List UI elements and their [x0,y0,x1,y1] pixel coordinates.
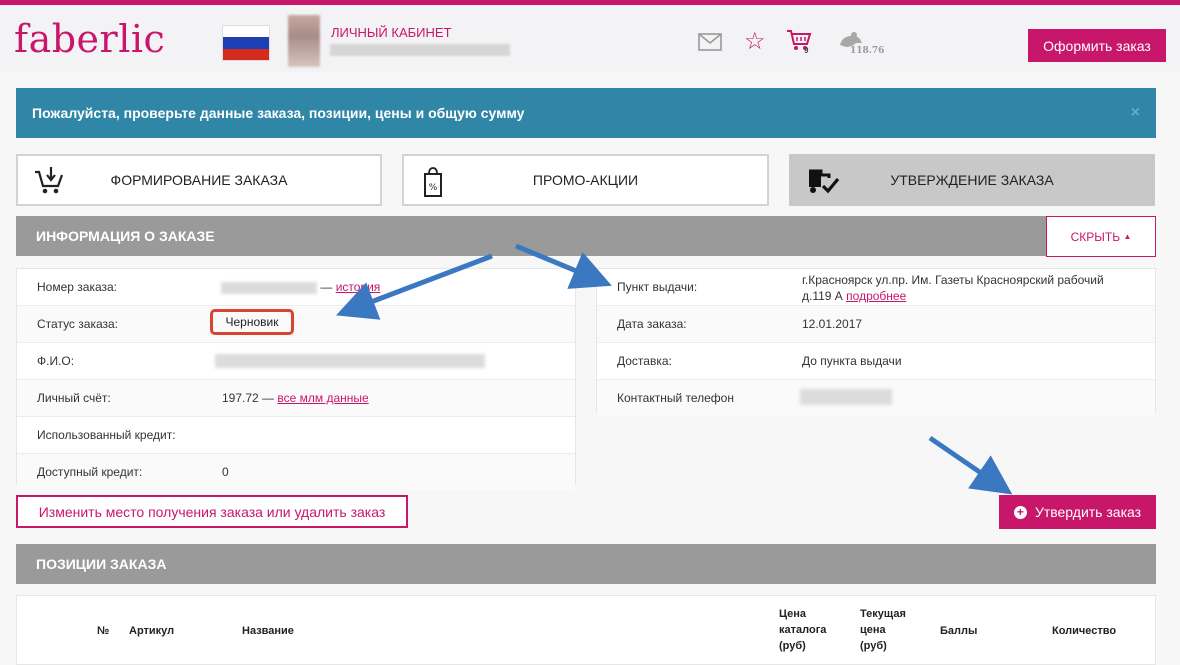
col-points: Баллы [940,625,978,637]
step-order-confirm[interactable]: УТВЕРЖДЕНИЕ ЗАКАЗА [789,154,1155,206]
order-number-label: Номер заказа: [37,280,118,294]
order-info-title: ИНФОРМАЦИЯ О ЗАКАЗЕ [36,228,215,244]
order-number-sep: — [320,280,333,294]
fio-value-redacted [215,353,485,368]
order-info-header: ИНФОРМАЦИЯ О ЗАКАЗЕ [16,216,1156,256]
status-value: Черновик [225,315,279,329]
col-catalog-price: Цена каталога (руб) [779,608,827,652]
order-info-left: Номер заказа: — история Статус заказа: Ч… [16,268,576,490]
step-label: УТВЕРЖДЕНИЕ ЗАКАЗА [890,172,1054,188]
delivery-label: Доставка: [617,354,672,368]
row-account: Личный счёт: 197.72 — все млм данные [17,380,575,417]
pickup-address-line1: г.Красноярск ул.пр. Им. Газеты Красноярс… [802,273,1104,287]
check-order-alert: Пожалуйста, проверьте данные заказа, поз… [16,88,1156,138]
row-order-number: Номер заказа: — история [17,269,575,306]
fio-label: Ф.И.О: [37,354,75,368]
mail-icon[interactable] [698,33,722,51]
row-fio: Ф.И.О: [17,343,575,380]
phone-value-redacted [800,389,892,405]
arrow-to-confirm [928,435,1013,495]
svg-text:%: % [429,183,438,193]
confirm-order-button[interactable]: + Утвердить заказ [999,495,1156,529]
truck-check-icon [809,169,840,194]
date-value: 12.01.2017 [802,317,863,331]
step-label: ПРОМО-АКЦИИ [532,172,639,188]
available-credit-value: 0 [222,465,229,479]
avatar[interactable] [288,15,320,67]
checkout-button[interactable]: Оформить заказ [1028,29,1166,62]
order-positions-header: ПОЗИЦИИ ЗАКАЗА [16,544,1156,584]
status-label: Статус заказа: [37,317,119,331]
account-label: Личный счёт: [37,391,111,405]
site-header: faberlic ЛИЧНЫЙ КАБИНЕТ ☆ 9 118.76 Оформ… [0,5,1180,72]
favorites-star-icon[interactable]: ☆ [744,30,766,54]
alert-text: Пожалуйста, проверьте данные заказа, поз… [32,105,525,121]
used-credit-label: Использованный кредит: [37,428,176,442]
plus-circle-icon: + [1013,505,1027,519]
hide-button-label: СКРЫТЬ [1070,229,1121,244]
col-quantity: Количество [1052,625,1117,637]
account-amount: 197.72 — [222,391,275,405]
status-badge: Черновик [210,309,294,335]
step-label: ФОРМИРОВАНИЕ ЗАКАЗА [110,172,288,188]
confirm-order-label: Утвердить заказ [1034,504,1142,520]
history-link[interactable]: история [336,280,381,294]
caret-up-icon: ▲ [1123,232,1132,241]
phone-label: Контактный телефон [617,391,734,405]
account-value: 197.72 — все млм данные [222,391,369,405]
pickup-label: Пункт выдачи: [617,280,698,294]
row-available-credit: Доступный кредит: 0 [17,454,575,490]
row-delivery: Доставка: До пункта выдачи [597,343,1155,380]
cabinet-label[interactable]: ЛИЧНЫЙ КАБИНЕТ [331,25,452,40]
row-order-date: Дата заказа: 12.01.2017 [597,306,1155,343]
russia-flag-icon[interactable] [222,25,270,61]
order-positions-title: ПОЗИЦИИ ЗАКАЗА [36,556,167,572]
mlm-data-link[interactable]: все млм данные [277,391,368,405]
row-order-status: Статус заказа: Черновик [17,306,575,343]
date-label: Дата заказа: [617,317,687,331]
col-name: Название [242,625,294,637]
change-pickup-or-delete-button[interactable]: Изменить место получения заказа или удал… [16,495,408,528]
balance-value: 118.76 [850,46,885,56]
col-current-price: Текущая цена (руб) [860,608,906,652]
cart-count-badge: 9 [804,46,809,55]
col-article: Артикул [129,625,175,637]
pickup-more-link[interactable]: подробнее [846,289,906,303]
alert-close-icon[interactable]: × [1131,104,1140,122]
step-order-forming[interactable]: ФОРМИРОВАНИЕ ЗАКАЗА [16,154,382,206]
percent-tag-icon: % [424,167,442,197]
cart-download-icon [35,167,64,194]
pickup-value: г.Красноярск ул.пр. Им. Газеты Красноярс… [802,272,1142,304]
order-number-value: — история [221,280,380,294]
row-pickup: Пункт выдачи: г.Красноярск ул.пр. Им. Га… [597,269,1155,306]
row-used-credit: Использованный кредит: [17,417,575,454]
pickup-address-line2: д.119 А [802,289,843,303]
available-credit-label: Доступный кредит: [37,465,143,479]
col-num: № [97,625,110,637]
user-name-redacted [330,44,510,56]
order-info-right: Пункт выдачи: г.Красноярск ул.пр. Им. Га… [596,268,1156,416]
row-phone: Контактный телефон [597,380,1155,416]
step-promo[interactable]: % ПРОМО-АКЦИИ [402,154,769,206]
order-positions-table: № Артикул Название Цена каталога (руб) Т… [16,595,1156,665]
delivery-value: До пункта выдачи [802,354,902,368]
faberlic-logo[interactable]: faberlic [14,17,165,61]
hide-button[interactable]: СКРЫТЬ ▲ [1046,216,1156,257]
